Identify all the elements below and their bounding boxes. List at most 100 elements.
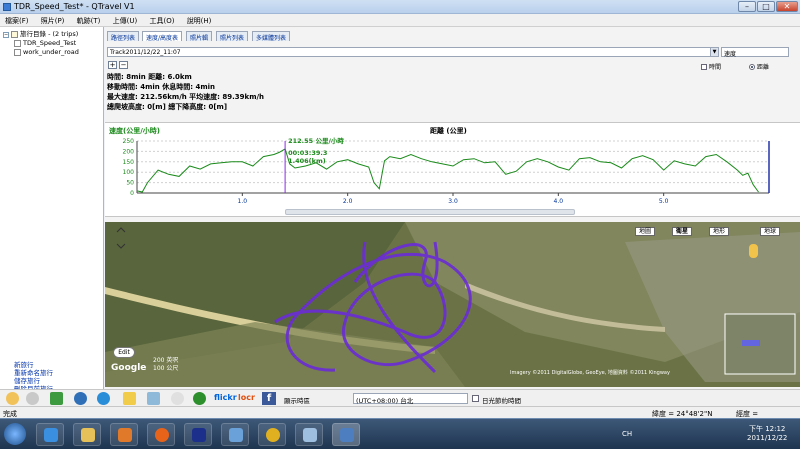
status-bar: 完成 緯度 = 24°48'2"N 經度 = 121°1'44"E — [0, 406, 800, 427]
chart-scrollbar[interactable] — [285, 209, 575, 215]
minimize-button[interactable]: – — [738, 1, 756, 12]
collapse-icon[interactable]: − — [3, 31, 9, 38]
tab-media-list[interactable]: 多媒體列表 — [252, 31, 291, 42]
tree-item[interactable]: TDR_Speed_Test — [14, 39, 76, 48]
zoom-in-button[interactable]: + — [108, 61, 117, 69]
tab-speed-altitude[interactable]: 速度/高度表 — [142, 31, 183, 42]
stats-line: 總爬坡高度: 0[m] 總下降高度: 0[m] — [107, 103, 228, 111]
menu-upload[interactable]: 上傳(U) — [108, 14, 143, 26]
map-type-terrain-button[interactable]: 地形 — [709, 227, 730, 236]
save-trip-link[interactable]: 儲存旅行 — [14, 377, 53, 385]
new-trip-link[interactable]: 新旅行 — [14, 361, 53, 369]
edit-icon[interactable] — [123, 392, 136, 405]
timezone-select[interactable]: (UTC+08:00) 台北 — [353, 393, 468, 405]
y-axis-label: 速度(公里/小時) — [109, 126, 160, 135]
map-type-earth-button[interactable]: 地球 — [760, 227, 781, 236]
taskbar-ie[interactable] — [36, 423, 64, 446]
rename-trip-link[interactable]: 重新命名旅行 — [14, 369, 53, 377]
import-icon[interactable] — [50, 392, 63, 405]
close-button[interactable]: ✕ — [776, 1, 798, 12]
dst-label: 日光節約時間 — [482, 397, 521, 405]
speed-series-line — [136, 148, 759, 193]
map-view[interactable]: 地圖 衛星 地形 地球 Edit Google 200 英呎 100 公尺 Im… — [105, 222, 800, 387]
y-tick-label: 200 — [123, 148, 135, 155]
windows-taskbar: CH 下午 12:12 2011/12/22 — [0, 418, 800, 449]
taskbar-firefox[interactable] — [147, 423, 175, 446]
distance-option[interactable]: 距離 — [749, 62, 769, 71]
taskbar-app[interactable] — [184, 423, 212, 446]
map-edit-button[interactable]: Edit — [113, 347, 135, 358]
stats-line: 最大速度: 212.56km/h 平均速度: 89.39km/h — [107, 93, 265, 101]
map-type-satellite-button[interactable]: 衛星 — [672, 227, 693, 236]
tree-item-label: work_under_road — [23, 48, 79, 56]
main-area: 路徑列表 速度/高度表 照片輯 照片列表 多媒體列表 Track2011/12/… — [105, 27, 800, 389]
time-option-label: 時間 — [709, 64, 722, 71]
track-select-value: Track2011/12/22_11:07 — [110, 49, 181, 56]
x-tick-label: 1.0 — [238, 198, 248, 205]
tab-album[interactable]: 照片輯 — [186, 31, 213, 42]
map-icon[interactable] — [147, 392, 160, 405]
x-tick-label: 4.0 — [554, 198, 564, 205]
stats-line: 時間: 8min 距離: 6.0km — [107, 73, 192, 81]
clock-icon[interactable] — [171, 392, 184, 405]
google-logo: Google — [111, 363, 147, 373]
folder-icon — [11, 31, 18, 38]
tree-root[interactable]: − 旅行目錄 - (2 trips) — [3, 30, 78, 39]
distance-radio[interactable] — [749, 63, 755, 70]
globe-icon[interactable] — [97, 392, 110, 405]
tree-root-label: 旅行目錄 - (2 trips) — [20, 30, 79, 38]
dst-checkbox[interactable] — [472, 395, 479, 402]
y-tick-label: 250 — [123, 138, 135, 145]
taskbar-explorer[interactable] — [73, 423, 101, 446]
measure-select-value: 速度 — [724, 51, 737, 58]
cursor-annotation: 1.406(km) — [288, 157, 326, 165]
cursor-annotation: 00:03:39.3 — [288, 149, 327, 157]
speed-chart[interactable]: 速度(公里/小時) 距離 (公里) 250 200 150 100 50 0 1.0 2.0 3.0… — [105, 122, 800, 217]
forward-icon[interactable] — [26, 392, 39, 405]
taskbar-app[interactable] — [221, 423, 249, 446]
flickr-icon[interactable]: flickr — [214, 393, 237, 402]
taskbar-app[interactable] — [258, 423, 286, 446]
time-checkbox[interactable] — [701, 63, 707, 70]
clock-date: 2011/12/22 — [747, 434, 788, 442]
clock[interactable]: 下午 12:12 2011/12/22 — [747, 425, 787, 443]
y-tick-label: 150 — [123, 159, 135, 166]
zoom-out-button[interactable]: − — [119, 61, 128, 69]
menu-help[interactable]: 說明(H) — [182, 14, 217, 26]
satellite-map[interactable] — [105, 222, 800, 387]
menu-file[interactable]: 檔案(F) — [0, 14, 34, 26]
taskbar-app[interactable] — [295, 423, 323, 446]
pegman-icon[interactable] — [749, 244, 758, 258]
y-tick-label: 50 — [126, 180, 134, 187]
trip-tree-pane: − 旅行目錄 - (2 trips) TDR_Speed_Test work_u… — [0, 27, 104, 393]
clock-time: 下午 12:12 — [748, 425, 786, 433]
y-tick-label: 0 — [130, 190, 134, 197]
tree-item[interactable]: work_under_road — [14, 48, 79, 57]
maximize-button[interactable]: □ — [757, 1, 775, 12]
track-select[interactable]: Track2011/12/22_11:07 ▼ — [107, 47, 719, 57]
scale-feet: 200 英呎 — [153, 357, 179, 364]
toolbar: flickr locr f 顯示時區 (UTC+08:00) 台北 日光節約時間 — [0, 389, 800, 406]
tab-route-list[interactable]: 路徑列表 — [107, 31, 140, 42]
menu-photo[interactable]: 照片(P) — [36, 14, 70, 26]
taskbar-qtravel[interactable] — [332, 423, 360, 446]
menu-track[interactable]: 軌跡(T) — [72, 14, 106, 26]
app-icon — [3, 3, 11, 11]
measure-select[interactable]: 速度 — [721, 47, 789, 58]
back-icon[interactable] — [6, 392, 19, 405]
menu-tools[interactable]: 工具(O) — [144, 14, 179, 26]
share-icon[interactable] — [193, 392, 206, 405]
time-option[interactable]: 時間 — [701, 62, 721, 71]
speed-chart-svg[interactable]: 速度(公里/小時) 距離 (公里) 250 200 150 100 50 0 1.0 2.0 3.0… — [105, 123, 800, 218]
chevron-down-icon[interactable]: ▼ — [710, 48, 718, 56]
gps-icon[interactable] — [74, 392, 87, 405]
tab-photo-list[interactable]: 照片列表 — [216, 31, 249, 42]
facebook-icon[interactable]: f — [262, 392, 276, 405]
stats-line: 移動時間: 4min 休息時間: 4min — [107, 83, 216, 91]
taskbar-media[interactable] — [110, 423, 138, 446]
map-attribution: Imagery ©2011 DigitalGlobe, GeoEye, 地圖資料… — [510, 370, 670, 376]
map-type-map-button[interactable]: 地圖 — [635, 227, 656, 236]
language-indicator[interactable]: CH — [622, 430, 632, 438]
locr-icon[interactable]: locr — [238, 393, 255, 402]
start-button[interactable] — [4, 423, 26, 445]
